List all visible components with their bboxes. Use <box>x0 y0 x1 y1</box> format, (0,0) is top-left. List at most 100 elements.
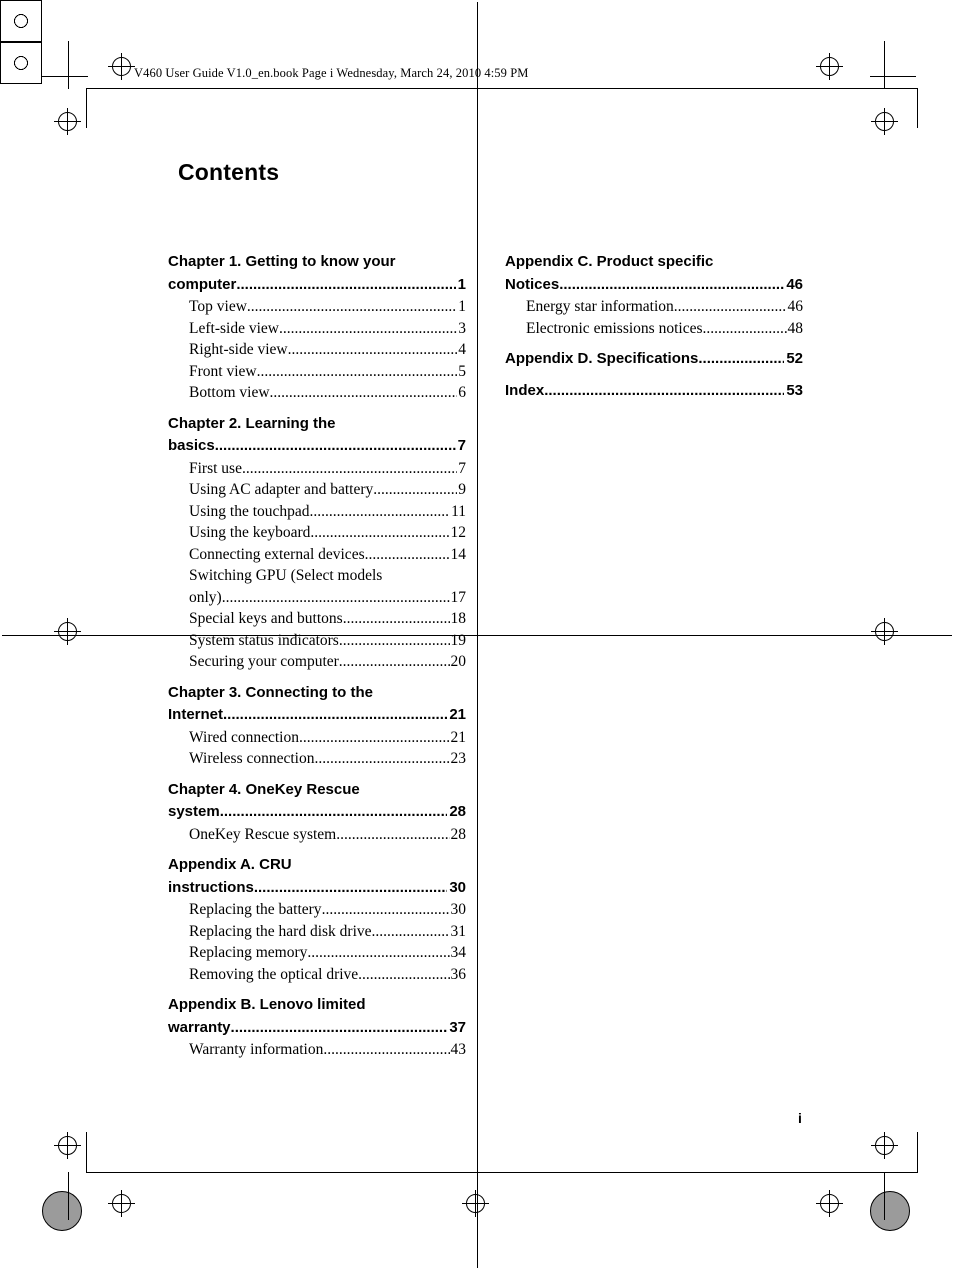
toc-chapter-line: computer................................… <box>168 274 466 297</box>
toc-entry-label: Appendix A. CRU <box>168 856 292 873</box>
toc-section-entry[interactable]: Right-side view ........................… <box>168 339 466 361</box>
toc-dot-leader: ........................................… <box>342 610 450 627</box>
toc-entry-page: 19 <box>450 631 467 649</box>
crop-mark-top-right <box>816 53 843 80</box>
toc-entry-label: Warranty information <box>189 1041 324 1058</box>
toc-chapter-line: Appendix A. CRU <box>168 854 466 877</box>
toc-entry-page: 34 <box>450 944 467 961</box>
toc-chapter-line: instructions............................… <box>168 877 466 900</box>
toc-entry-label: Left-side view <box>189 319 279 337</box>
toc-entry-page: 11 <box>451 502 466 520</box>
page-title: Contents <box>178 159 280 185</box>
toc-section-entry[interactable]: Replacing the hard disk drive ..........… <box>168 921 466 943</box>
toc-section-entry[interactable]: Wired connection .......................… <box>168 727 466 749</box>
toc-chapter-entry[interactable]: Appendix A. CRU instructions.............… <box>168 854 466 899</box>
toc-chapter-line: Appendix C. Product specific <box>505 251 803 274</box>
toc-dot-leader: ........................................… <box>307 944 449 961</box>
toc-chapter-entry[interactable]: Appendix C. Product specific Notices.....… <box>505 251 803 296</box>
trim-line-left-upper-ext <box>68 41 69 89</box>
toc-dot-leader: ........................................… <box>246 298 457 315</box>
toc-dot-leader: ........................................… <box>230 1018 448 1036</box>
toc-section-entry[interactable]: OneKey Rescue system ...................… <box>168 824 466 846</box>
toc-entry-label: Appendix B. Lenovo limited <box>168 996 366 1013</box>
toc-entry-label: Chapter 3. Connecting to the <box>168 683 374 701</box>
toc-entry-page: 1 <box>457 275 466 293</box>
toc-entry-label: Right-side view <box>189 341 288 358</box>
page-number: i <box>798 1110 802 1126</box>
toc-dot-leader: ........................................… <box>309 502 451 520</box>
toc-entry-label: Connecting external devices <box>189 545 365 563</box>
toc-entry-label: Electronic emissions notices <box>526 319 703 337</box>
toc-entry-page: 53 <box>786 381 803 399</box>
toc-chapter-entry[interactable]: Appendix D. Specifications..............… <box>505 348 803 371</box>
toc-entry-page: 30 <box>449 878 466 896</box>
toc-section-entry[interactable]: Securing your computer .................… <box>168 651 466 673</box>
toc-section-entry[interactable]: Warranty information ...................… <box>168 1039 466 1061</box>
registration-mark-top-right <box>0 42 42 84</box>
toc-section-entry[interactable]: Bottom view ............................… <box>168 382 466 404</box>
toc-section-entry[interactable]: Using the touchpad .....................… <box>168 501 466 523</box>
toc-dot-leader: ........................................… <box>278 319 458 337</box>
toc-section-entry[interactable]: Left-side view .........................… <box>168 318 466 340</box>
toc-dot-leader: ........................................… <box>544 381 784 399</box>
toc-entry-label: Appendix C. Product specific <box>505 253 714 270</box>
toc-chapter-entry[interactable]: Chapter 1. Getting to know your computer.… <box>168 251 466 296</box>
toc-section-entry[interactable]: Special keys and buttons ...............… <box>168 608 466 630</box>
toc-section-entry[interactable]: Using the keyboard .....................… <box>168 522 466 544</box>
toc-entry-label: First use <box>189 459 242 477</box>
toc-entry-page: 28 <box>450 825 467 843</box>
toc-entry-page: 18 <box>450 610 467 627</box>
toc-section-entry[interactable]: Using AC adapter and battery ...........… <box>168 479 466 501</box>
trim-line-right-lower-ext <box>884 1172 885 1220</box>
toc-chapter-entry[interactable]: Chapter 3. Connecting to the Internet....… <box>168 682 466 727</box>
toc-section-entry[interactable]: Energy star information ................… <box>505 296 803 318</box>
toc-chapter-line: Chapter 2. Learning the <box>168 413 466 436</box>
toc-entry-label: Chapter 1. Getting to know your <box>168 253 396 270</box>
toc-section-entry[interactable]: Connecting external devices ............… <box>168 544 466 566</box>
toc-section-line: Bottom view ............................… <box>189 382 466 404</box>
trim-line-right-bottom <box>917 1132 918 1172</box>
running-header: V460 User Guide V1.0_en.book Page i Wedn… <box>134 66 529 80</box>
crop-mark-mid-right-lower <box>871 618 898 645</box>
toc-dot-leader: ........................................… <box>338 631 450 649</box>
toc-section-entry[interactable]: Front view .............................… <box>168 361 466 383</box>
toc-section-line: OneKey Rescue system ...................… <box>189 824 466 846</box>
toc-entry-label: OneKey Rescue system <box>189 825 337 843</box>
toc-chapter-entry[interactable]: Index...................................… <box>505 380 803 403</box>
crop-mark-top-left <box>108 53 135 80</box>
toc-section-entry[interactable]: Top view ...............................… <box>168 296 466 318</box>
toc-section-entry[interactable]: Electronic emissions notices ...........… <box>505 318 803 340</box>
toc-section-entry[interactable]: Replacing memory .......................… <box>168 942 466 964</box>
toc-section-entry[interactable]: Replacing the battery ..................… <box>168 899 466 921</box>
toc-entry-page: 17 <box>450 588 467 606</box>
toc-dot-leader: ........................................… <box>241 459 457 477</box>
toc-entry-page: 1 <box>458 298 466 315</box>
toc-chapter-entry[interactable]: Chapter 2. Learning the basics...........… <box>168 413 466 458</box>
toc-section-line: Right-side view ........................… <box>189 339 466 361</box>
toc-chapter-line: Chapter 1. Getting to know your <box>168 251 466 274</box>
toc-entry-label-cont: only) <box>189 588 222 606</box>
toc-section-entry[interactable]: Switching GPU (Select models only) ......… <box>168 565 466 608</box>
toc-section-line: Wired connection .......................… <box>189 727 466 749</box>
toc-section-line: Left-side view .........................… <box>189 318 466 340</box>
toc-section-entry[interactable]: First use ..............................… <box>168 458 466 480</box>
toc-section-entry[interactable]: Removing the optical drive .............… <box>168 964 466 986</box>
toc-chapter-entry[interactable]: Chapter 4. OneKey Rescue system..........… <box>168 779 466 824</box>
toc-section-entry[interactable]: Wireless connection ....................… <box>168 748 466 770</box>
toc-dot-leader: ........................................… <box>310 524 450 541</box>
toc-chapter-entry[interactable]: Appendix B. Lenovo limited warranty......… <box>168 994 466 1039</box>
toc-entry-label: Appendix D. Specifications <box>505 350 699 367</box>
trim-line-left-lower-ext <box>68 1172 69 1220</box>
toc-section-entry[interactable]: System status indicators ...............… <box>168 630 466 652</box>
toc-chapter-line: warranty................................… <box>168 1017 466 1040</box>
toc-chapter-line: Internet................................… <box>168 704 466 727</box>
toc-dot-leader: ........................................… <box>338 653 450 670</box>
toc-entry-page: 21 <box>450 728 467 746</box>
toc-entry-label: system <box>168 803 220 820</box>
toc-entry-label: Securing your computer <box>189 653 339 670</box>
toc-entry-page: 4 <box>458 341 466 358</box>
toc-dot-leader: ........................................… <box>702 319 787 337</box>
toc-entry-label: Wired connection <box>189 728 299 746</box>
toc-dot-leader: ........................................… <box>236 275 455 293</box>
toc-section-line: Electronic emissions notices ...........… <box>526 318 803 340</box>
